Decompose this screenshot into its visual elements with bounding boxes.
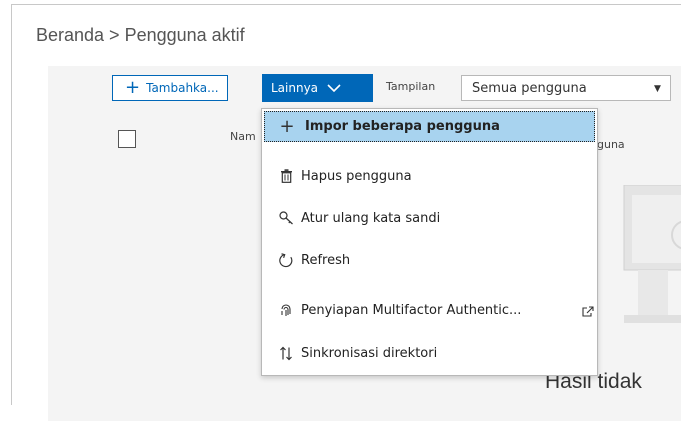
menu-item-reset-password[interactable]: Atur ulang kata sandi <box>262 203 597 233</box>
key-icon <box>278 211 294 225</box>
plus-icon: + <box>125 77 141 98</box>
external-link-icon <box>582 306 594 317</box>
sync-arrows-icon <box>278 346 294 361</box>
menu-item-delete-user[interactable]: Hapus pengguna <box>262 161 597 191</box>
more-button[interactable]: Lainnya <box>262 74 373 102</box>
column-header-name[interactable]: Nam <box>230 130 256 143</box>
menu-item-mfa-setup[interactable]: Penyiapan Multifactor Authentic... <box>262 295 597 325</box>
more-dropdown-menu: + Impor beberapa pengguna Hapus pengguna… <box>261 108 598 376</box>
view-select[interactable]: Semua pengguna ▼ <box>461 75 671 101</box>
menu-item-label: Sinkronisasi direktori <box>301 345 438 361</box>
menu-item-label: Penyiapan Multifactor Authentic... <box>301 302 522 318</box>
more-label: Lainnya <box>271 81 319 95</box>
add-user-button[interactable]: + Tambahka... <box>112 75 228 101</box>
computer-illustration-icon <box>623 185 681 323</box>
menu-item-label: Hapus pengguna <box>301 168 412 184</box>
plus-icon: + <box>279 116 295 137</box>
menu-item-import-users[interactable]: + Impor beberapa pengguna <box>264 111 595 142</box>
trash-icon <box>278 169 294 183</box>
refresh-icon <box>278 252 294 268</box>
column-header-username[interactable]: guna <box>597 138 625 151</box>
menu-item-directory-sync[interactable]: Sinkronisasi direktori <box>262 338 597 368</box>
menu-item-label: Atur ulang kata sandi <box>301 210 441 226</box>
menu-item-refresh[interactable]: Refresh <box>262 245 597 275</box>
chevron-down-icon <box>327 83 341 92</box>
view-select-value: Semua pengguna <box>472 80 587 96</box>
select-all-checkbox[interactable] <box>118 130 136 148</box>
add-user-label: Tambahka... <box>146 81 219 95</box>
view-label: Tampilan <box>386 80 436 93</box>
caret-down-icon: ▼ <box>654 84 661 94</box>
menu-item-label: Impor beberapa pengguna <box>305 119 500 134</box>
fingerprint-icon <box>278 303 294 317</box>
breadcrumb: Beranda > Pengguna aktif <box>36 25 245 45</box>
menu-item-label: Refresh <box>301 252 351 268</box>
